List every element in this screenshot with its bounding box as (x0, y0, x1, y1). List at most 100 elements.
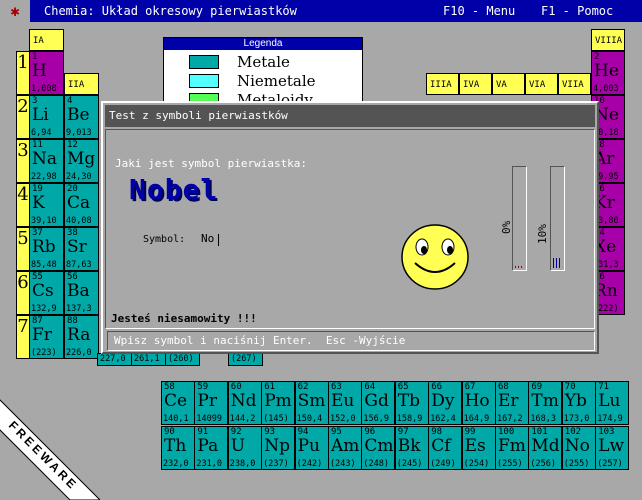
element-mass: 173,0 (563, 414, 590, 424)
element-sym: Pm (264, 391, 292, 411)
element-cell-pm[interactable]: 61 Pm (145) (261, 381, 296, 425)
element-cell-es[interactable]: 99 Es (254) (461, 426, 496, 470)
element-sym: Pu (297, 436, 320, 456)
element-cell-np[interactable]: 93 Np (237) (261, 426, 296, 470)
element-mass: 232,0 (163, 459, 189, 469)
element-cell-bk[interactable]: 97 Bk (245) (394, 426, 429, 470)
element-cell-k[interactable]: 19 K 39,10 (29, 183, 64, 227)
element-sym: Li (32, 105, 49, 125)
element-mass: 87,63 (66, 260, 92, 270)
element-mass: 144,2 (229, 414, 256, 424)
element-cell-pa[interactable]: 91 Pa 231,0 (194, 426, 229, 470)
element-mass: (145) (263, 414, 289, 424)
element-cell-mg[interactable]: 12 Mg 24,30 (64, 139, 99, 183)
element-cell-u[interactable]: 92 U 238,0 (227, 426, 262, 470)
element-sym: Ho (464, 391, 490, 411)
element-cell-ba[interactable]: 56 Ba 137,3 (64, 271, 99, 315)
element-cell-yb[interactable]: 70 Yb 173,0 (561, 381, 596, 425)
element-sym: Lu (598, 391, 621, 411)
element-cell-lw[interactable]: 103 Lw (257) (595, 426, 630, 470)
legend-title: Legenda (164, 38, 362, 50)
element-cell-ca[interactable]: 20 Ca 40,08 (64, 183, 99, 227)
element-sym: Dy (431, 391, 455, 411)
wrong-score-fill (515, 266, 524, 268)
element-mass: 168,3 (530, 414, 556, 424)
status-bar: Wpisz symbol i naciśnij Enter. Esc -Wyjś… (107, 331, 595, 351)
element-cell-cf[interactable]: 98 Cf (249) (428, 426, 463, 470)
element-cell-sr[interactable]: 38 Sr 87,63 (64, 227, 99, 271)
element-cell-am[interactable]: 95 Am (243) (328, 426, 362, 470)
element-sym: Sm (297, 391, 326, 411)
element-cell-fr[interactable]: 87 Fr (223) (29, 315, 64, 359)
element-cell-cm[interactable]: 96 Cm (248) (361, 426, 396, 470)
menu-key-hint[interactable]: F10 - Menu (443, 0, 515, 22)
element-cell-pr[interactable]: 59 Pr 14099 (194, 381, 229, 425)
row7-mass-3: (267) (228, 353, 263, 366)
element-cell-fm[interactable]: 100 Fm (255) (495, 426, 529, 470)
period-label-4: 4 (16, 183, 30, 227)
element-sym: No (564, 436, 590, 456)
group-header-via: VIA (525, 73, 558, 95)
element-cell-na[interactable]: 11 Na 22,98 (29, 139, 64, 183)
title-bar: Chemia: Układ okresowy pierwiastków F10 … (0, 0, 642, 22)
element-sym: Np (264, 436, 290, 456)
element-cell-tb[interactable]: 65 Tb 158,9 (394, 381, 429, 425)
element-cell-cs[interactable]: 55 Cs 132,9 (29, 271, 64, 315)
element-sym: Er (498, 391, 519, 411)
smiley-face-icon (401, 224, 469, 290)
element-cell-rb[interactable]: 37 Rb 85,48 (29, 227, 64, 271)
element-mass: (255) (563, 459, 590, 469)
element-cell-er[interactable]: 68 Er 167,2 (495, 381, 529, 425)
element-cell-tm[interactable]: 69 Tm 168,3 (528, 381, 563, 425)
element-mass: (237) (263, 459, 289, 469)
period-label-5: 5 (16, 227, 30, 271)
element-name: Nobel (129, 173, 219, 206)
element-sym: Rb (32, 237, 56, 257)
app-title: Chemia: Układ okresowy pierwiastków (44, 4, 297, 18)
element-cell-ho[interactable]: 67 Ho 164,9 (461, 381, 496, 425)
element-mass: 174,9 (597, 414, 623, 424)
element-cell-he[interactable]: 2 He 4,003 (591, 51, 625, 95)
element-cell-th[interactable]: 90 Th 232,0 (161, 426, 195, 470)
system-menu-icon[interactable]: ✱ (0, 0, 30, 22)
element-cell-ce[interactable]: 58 Ce 140,1 (161, 381, 195, 425)
element-mass: (245) (396, 459, 423, 469)
element-mass: (256) (530, 459, 556, 469)
element-cell-ra[interactable]: 88 Ra 226,0 (64, 315, 99, 359)
element-mass: 158,9 (396, 414, 423, 424)
element-sym: Pr (197, 391, 217, 411)
element-mass: 40,08 (66, 216, 92, 226)
text-caret (218, 234, 219, 246)
element-mass: 156,9 (363, 414, 389, 424)
element-cell-sm[interactable]: 62 Sm 150,4 (294, 381, 329, 425)
element-sym: Eu (331, 391, 355, 411)
element-cell-eu[interactable]: 63 Eu 152,0 (328, 381, 362, 425)
element-mass: 4,003 (593, 84, 619, 94)
element-cell-h[interactable]: 1 H 1,008 (29, 51, 64, 95)
help-key-hint[interactable]: F1 - Pomoc (541, 0, 613, 22)
element-mass: 152,0 (330, 414, 356, 424)
element-sym: Cs (32, 281, 54, 301)
element-cell-nd[interactable]: 60 Nd 144,2 (227, 381, 262, 425)
symbol-input[interactable]: No (199, 231, 289, 247)
period-label-2: 2 (16, 95, 30, 139)
element-cell-gd[interactable]: 64 Gd 156,9 (361, 381, 396, 425)
element-cell-be[interactable]: 4 Be 9,013 (64, 95, 99, 139)
element-cell-pu[interactable]: 94 Pu (242) (294, 426, 329, 470)
row7-mass-1: 261,1 (131, 353, 166, 366)
element-cell-dy[interactable]: 66 Dy 162,4 (428, 381, 463, 425)
element-cell-md[interactable]: 101 Md (256) (528, 426, 563, 470)
period-label-6: 6 (16, 271, 30, 315)
legend: Legenda Metale Niemetale Metaloidy (163, 37, 363, 102)
element-mass: 39,10 (31, 216, 57, 226)
element-mass: 238,0 (229, 459, 256, 469)
element-cell-lu[interactable]: 71 Lu 174,9 (595, 381, 630, 425)
element-cell-li[interactable]: 3 Li 6,94 (29, 95, 64, 139)
element-mass: (248) (363, 459, 389, 469)
element-cell-no[interactable]: 102 No (255) (561, 426, 596, 470)
element-mass: 9,013 (66, 128, 92, 138)
element-sym: Ra (67, 325, 91, 345)
right-score-fill (553, 258, 562, 268)
element-sym: Na (32, 149, 58, 169)
element-sym: Fm (498, 436, 526, 456)
